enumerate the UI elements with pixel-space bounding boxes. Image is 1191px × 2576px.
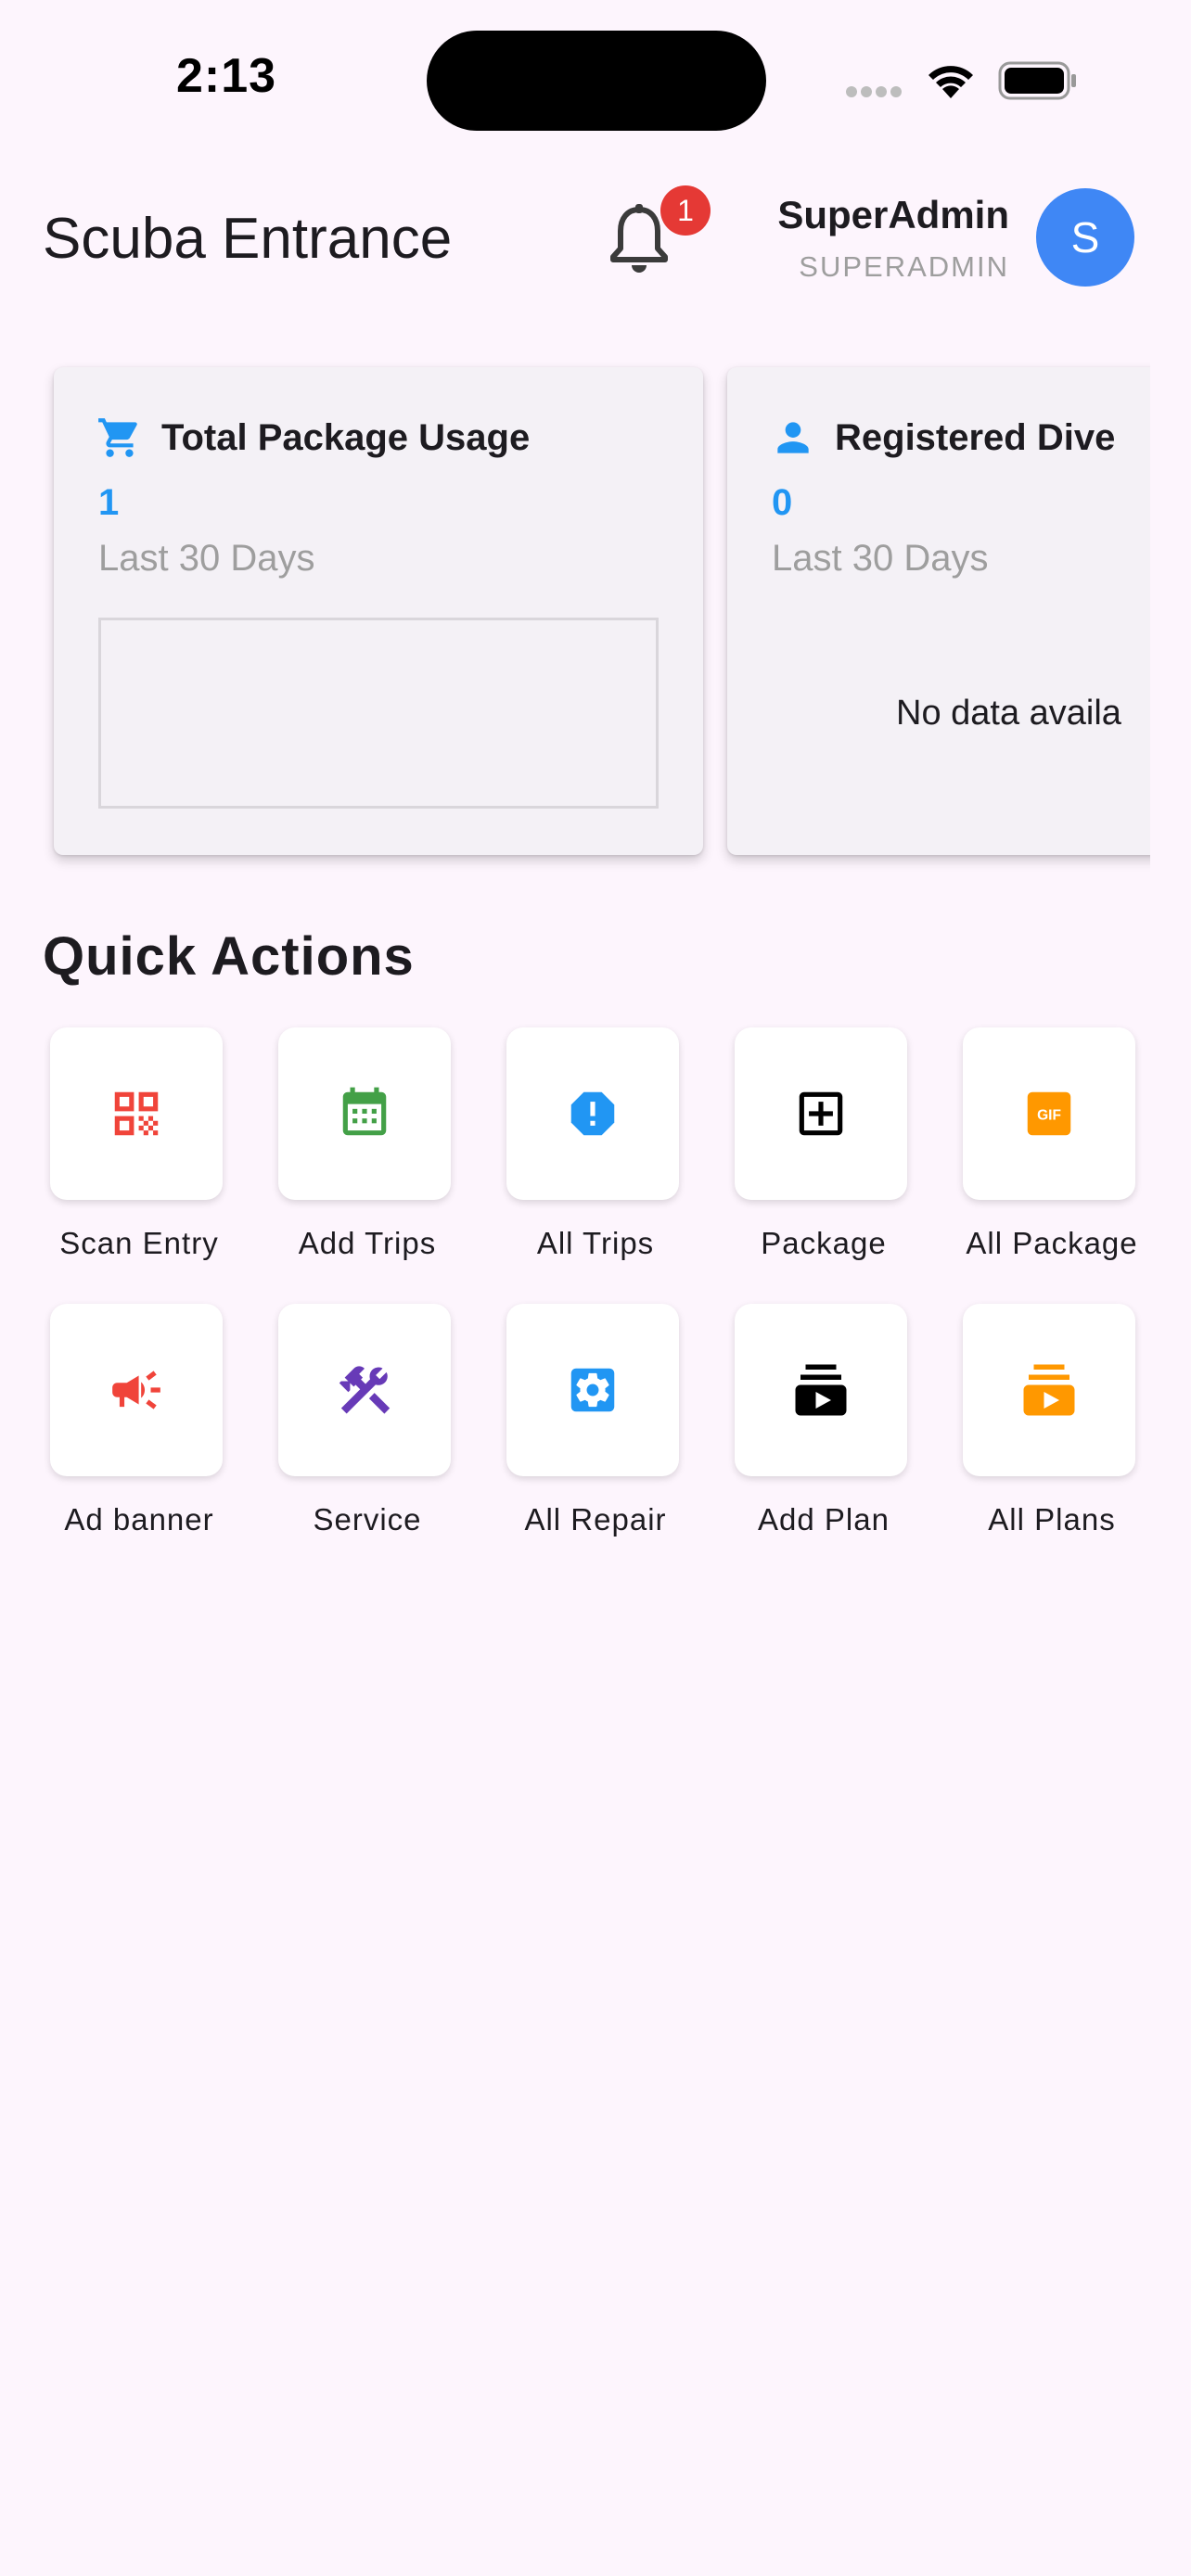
- quick-action-add-plan[interactable]: Add Plan: [709, 1304, 931, 1545]
- battery-icon: [998, 61, 1076, 100]
- avatar[interactable]: S: [1036, 188, 1134, 287]
- quick-action-label: All Plans: [988, 1502, 1116, 1537]
- app-title: Scuba Entrance: [43, 207, 453, 271]
- qr-code-icon: [114, 1091, 159, 1136]
- stats-card-registered-divers[interactable]: Registered Dive 0 Last 30 Days No data a…: [727, 367, 1150, 855]
- quick-action-ad-banner[interactable]: Ad banner: [24, 1304, 247, 1545]
- quick-action-scan-entry[interactable]: Scan Entry: [24, 1027, 247, 1269]
- subscriptions-icon: [795, 1364, 847, 1416]
- screen: 2:13 Scuba Entrance 1 SuperAdmin SUPERAD…: [0, 0, 1191, 2576]
- campaign-icon: [112, 1371, 160, 1409]
- user-name: SuperAdmin: [777, 193, 1009, 236]
- quick-action-label: Scan Entry: [59, 1226, 219, 1260]
- cellular-signal-icon: [846, 85, 909, 98]
- gif-icon: GIF: [1027, 1091, 1071, 1136]
- calendar-icon: [342, 1087, 387, 1136]
- quick-action-label: Add Plan: [758, 1502, 890, 1537]
- status-bar: 2:13: [0, 0, 1191, 158]
- quick-action-label: All Trips: [536, 1226, 655, 1260]
- quick-action-add-trips[interactable]: Add Trips: [252, 1027, 475, 1269]
- quick-action-label: Service: [313, 1502, 422, 1537]
- person-icon: [777, 422, 809, 453]
- svg-text:GIF: GIF: [1037, 1107, 1061, 1123]
- card-value: 1: [98, 482, 120, 523]
- quick-action-label: Ad banner: [64, 1502, 214, 1537]
- card-period: Last 30 Days: [772, 538, 989, 579]
- card-title: Registered Dive: [835, 416, 1116, 458]
- dynamic-island: [427, 31, 766, 131]
- quick-action-package[interactable]: Package: [709, 1027, 931, 1269]
- quick-action-label: Package: [761, 1226, 887, 1260]
- alert-octagon-icon: [570, 1091, 615, 1136]
- card-value: 0: [772, 482, 793, 523]
- notification-badge: 1: [660, 185, 711, 236]
- user-role: SUPERADMIN: [799, 250, 1009, 283]
- settings-icon: [570, 1368, 615, 1412]
- quick-action-all-trips[interactable]: All Trips: [480, 1027, 703, 1269]
- quick-action-label: Add Trips: [298, 1226, 437, 1260]
- quick-action-all-package[interactable]: GIF All Package: [937, 1027, 1159, 1269]
- tools-icon: [339, 1366, 391, 1414]
- stats-card-package-usage[interactable]: Total Package Usage 1 Last 30 Days: [54, 367, 703, 855]
- no-data-message: No data availa: [896, 694, 1121, 733]
- shopping-cart-icon: [98, 418, 137, 457]
- add-box-icon: [799, 1091, 843, 1136]
- stats-cards-carousel[interactable]: Total Package Usage 1 Last 30 Days Regis…: [37, 352, 1150, 872]
- wifi-icon: [928, 66, 973, 98]
- quick-actions-title: Quick Actions: [43, 926, 415, 987]
- quick-action-all-repair[interactable]: All Repair: [480, 1304, 703, 1545]
- status-time: 2:13: [176, 49, 277, 103]
- card-title: Total Package Usage: [161, 416, 531, 458]
- card-chart-area: [98, 618, 659, 809]
- subscriptions-icon: [1023, 1364, 1075, 1416]
- quick-action-all-plans[interactable]: All Plans: [937, 1304, 1159, 1545]
- quick-action-label: All Repair: [524, 1502, 667, 1537]
- quick-action-service[interactable]: Service: [252, 1304, 475, 1545]
- card-period: Last 30 Days: [98, 538, 315, 579]
- quick-action-label: All Package: [966, 1226, 1138, 1260]
